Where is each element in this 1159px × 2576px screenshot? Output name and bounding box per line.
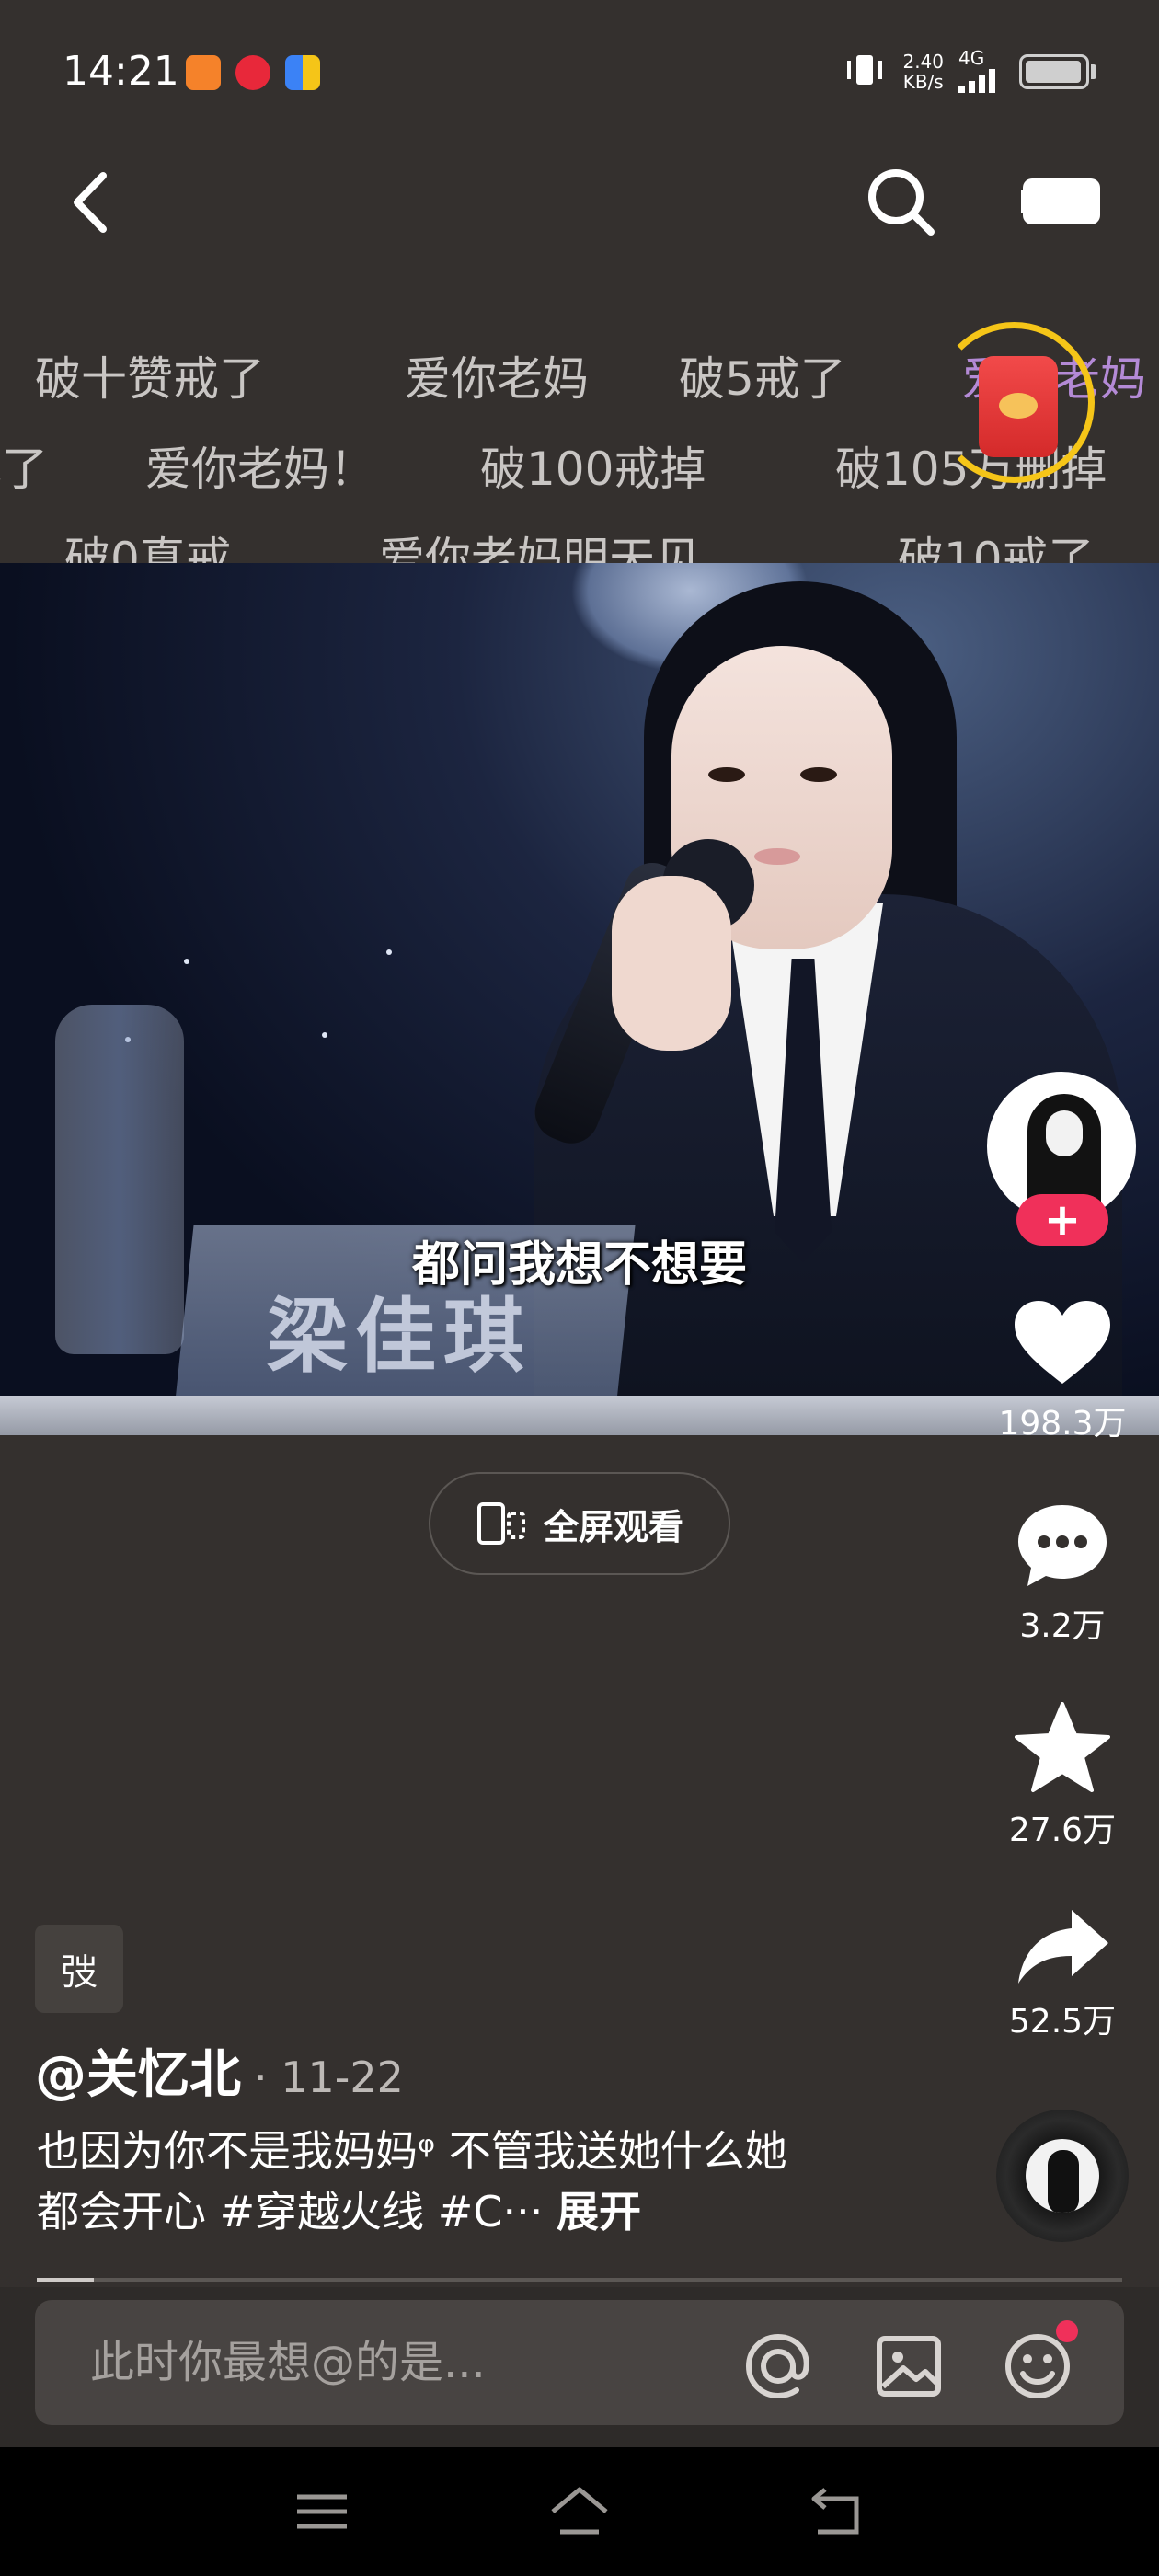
danmaku-item: 戒了 — [0, 443, 48, 496]
comment-input[interactable] — [90, 2300, 734, 2425]
danmaku-item: 破5戒了 — [679, 352, 846, 406]
battery-icon — [1019, 54, 1089, 89]
expand-link[interactable]: 展开 — [557, 2187, 641, 2237]
home-button[interactable] — [547, 2484, 612, 2539]
notification-dot — [1056, 2320, 1078, 2342]
back-nav-button[interactable] — [805, 2484, 869, 2539]
gold-coin — [999, 393, 1038, 419]
blue-app-icon — [285, 55, 320, 90]
light-dot — [322, 1032, 327, 1038]
video-camera-button[interactable] — [1021, 173, 1104, 228]
status-time: 14:21 — [63, 48, 179, 95]
music-disc-cover — [1026, 2139, 1099, 2213]
comment-icon — [1018, 1505, 1107, 1586]
emoji-icon — [1005, 2334, 1070, 2398]
video-progress-fill — [37, 2278, 94, 2282]
danmaku-item: 爱你老妈 — [405, 352, 589, 406]
fullscreen-label: 全屏观看 — [543, 1506, 683, 1547]
network-speed: 2.40 KB/s — [902, 52, 944, 92]
chevron-left-icon — [74, 172, 107, 233]
battery-tip — [1091, 64, 1096, 79]
person-lips — [754, 848, 800, 865]
author-line: @关忆北 · 11-22 — [35, 2033, 404, 2108]
orange-app-icon — [186, 55, 221, 90]
post-date: · 11-22 — [254, 2053, 404, 2102]
status-indicators: 2.40 KB/s 4G — [842, 46, 1096, 98]
search-icon — [868, 169, 935, 236]
follow-button[interactable]: + — [1016, 1194, 1108, 1246]
person-eye — [708, 767, 745, 782]
emoji-button[interactable] — [1003, 2331, 1073, 2401]
comment-count: 3.2万 — [1019, 1607, 1106, 1645]
back-button[interactable] — [64, 161, 120, 244]
mention-button[interactable] — [743, 2331, 813, 2401]
share-button[interactable]: 52.5万 — [975, 1908, 1150, 2042]
red-app-icon — [235, 55, 270, 90]
fullscreen-button[interactable]: 全屏观看 — [429, 1472, 730, 1575]
favorite-count: 27.6万 — [1008, 1811, 1117, 1849]
tag-chip[interactable]: 弢 — [35, 1925, 123, 2013]
image-button[interactable] — [874, 2331, 944, 2401]
red-packet-button[interactable] — [934, 322, 1095, 483]
like-button[interactable]: 198.3万 — [975, 1299, 1150, 1444]
home-icon — [551, 2487, 608, 2535]
video-progress-bar[interactable] — [37, 2278, 1122, 2282]
avatar-face — [1046, 1110, 1083, 1156]
star-icon — [1015, 1702, 1110, 1792]
vibrate-icon — [842, 52, 888, 92]
danmaku-item: 破100戒掉 — [480, 443, 706, 496]
author-name[interactable]: @关忆北 — [35, 2033, 241, 2108]
signal-icon — [958, 69, 1004, 97]
at-icon — [745, 2333, 809, 2399]
share-arrow-icon — [1018, 1910, 1108, 1984]
video-camera-icon — [1021, 178, 1100, 224]
network-speed-value: 2.40 — [902, 51, 944, 73]
favorite-button[interactable]: 27.6万 — [975, 1702, 1150, 1851]
network-type: 4G — [958, 47, 985, 69]
share-count: 52.5万 — [1008, 2003, 1117, 2041]
caption-text: 也因为你不是我妈妈ᵠ 不管我送她什么她都会开心 #穿越火线 #C··· — [37, 2126, 787, 2237]
comment-button[interactable]: 3.2万 — [975, 1501, 1150, 1647]
menu-icon — [297, 2494, 347, 2529]
light-dot — [386, 949, 392, 955]
video-subtitle: 都问我想不想要 — [411, 1237, 747, 1293]
menu-button[interactable] — [290, 2484, 354, 2539]
rotate-screen-icon — [476, 1502, 525, 1545]
danmaku-item: 爱你老妈！ — [145, 443, 375, 496]
post-caption[interactable]: 也因为你不是我妈妈ᵠ 不管我送她什么她都会开心 #穿越火线 #C··· 展开 — [37, 2121, 809, 2242]
return-icon — [811, 2488, 859, 2535]
like-count: 198.3万 — [998, 1405, 1127, 1443]
person-hand — [612, 876, 731, 1051]
comment-bar — [35, 2300, 1124, 2425]
person-eye — [800, 767, 837, 782]
image-icon — [877, 2336, 941, 2397]
light-dot — [184, 959, 189, 964]
music-disc[interactable] — [996, 2110, 1129, 2242]
danmaku-item: 破十赞戒了 — [35, 352, 265, 406]
red-packet-icon — [979, 356, 1058, 457]
heart-icon — [1015, 1301, 1110, 1384]
water-bottle — [55, 1005, 184, 1354]
system-navigation-bar — [0, 2447, 1159, 2576]
network-speed-unit: KB/s — [902, 71, 944, 93]
search-button[interactable] — [865, 166, 938, 239]
